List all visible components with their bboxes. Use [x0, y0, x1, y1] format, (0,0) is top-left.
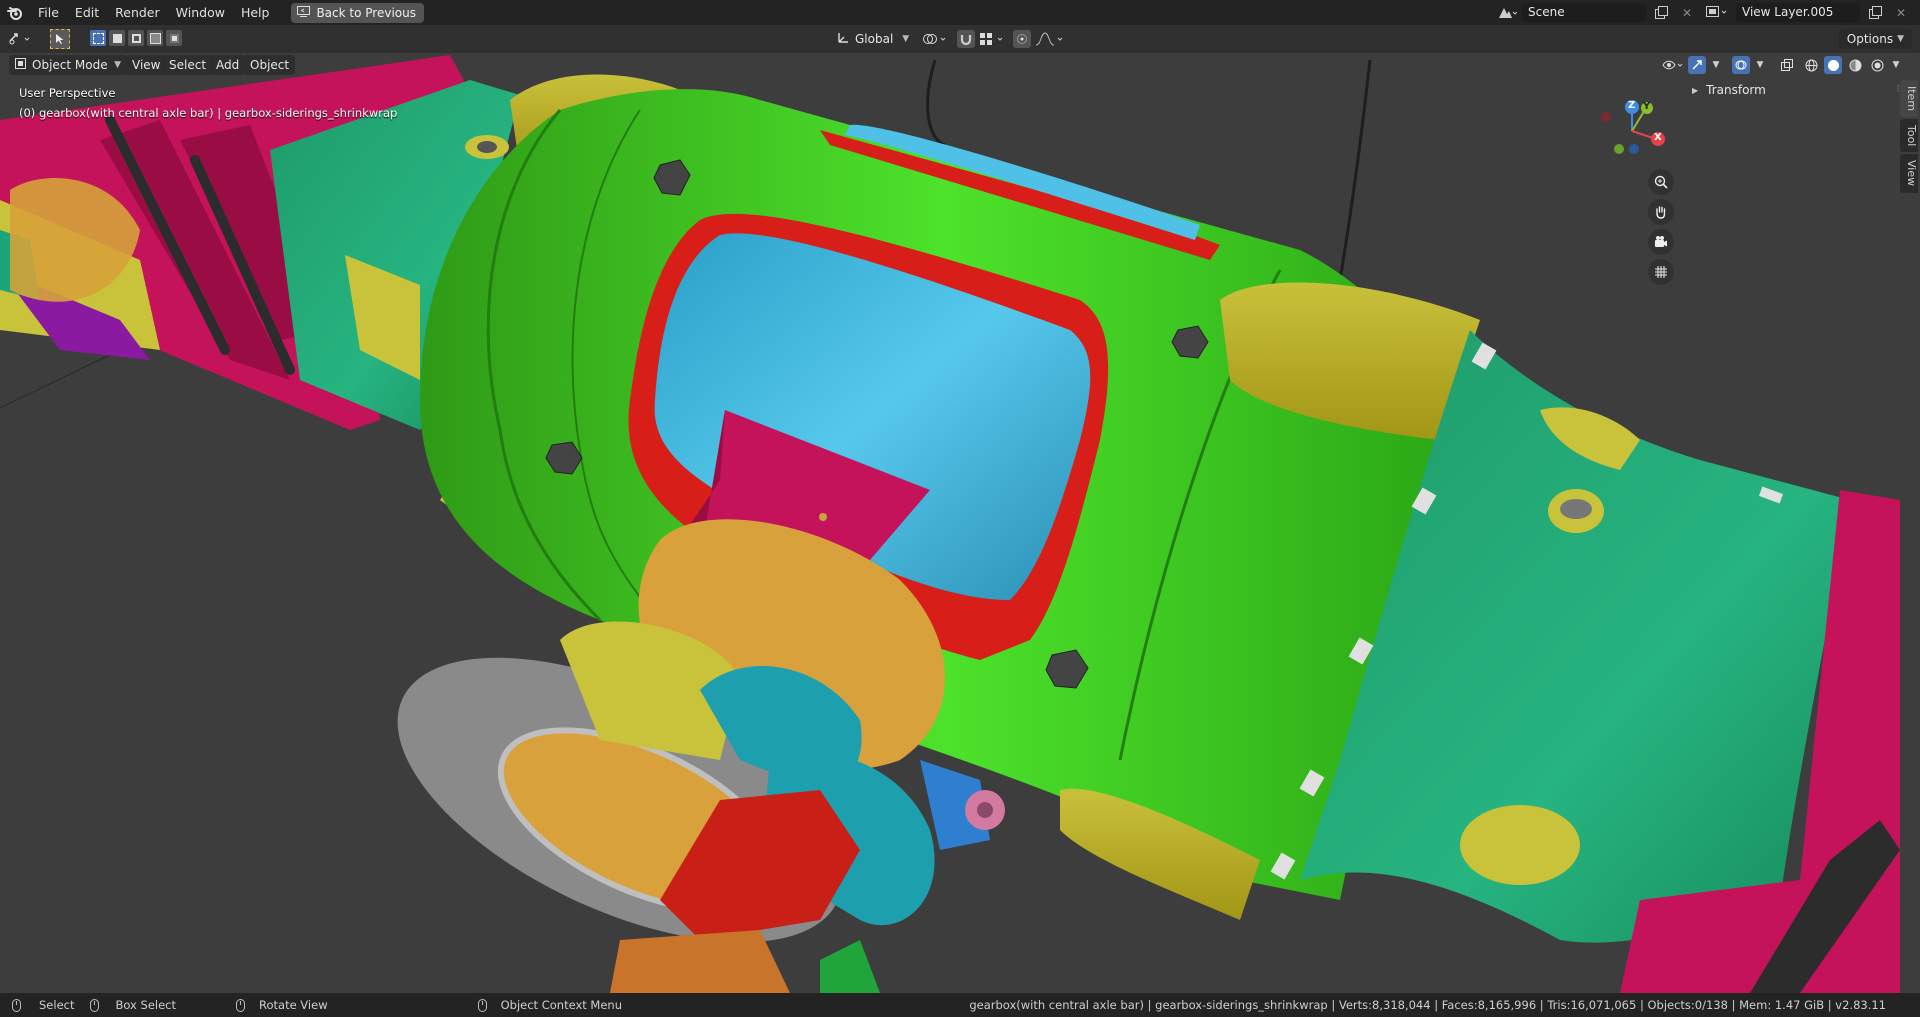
- hand-pan-icon[interactable]: [1648, 199, 1674, 225]
- viewport-header: Object Mode ▼ View Select Add Object ▼ ▼…: [0, 53, 1920, 77]
- scene-statistics: gearbox(with central axle bar) | gearbox…: [969, 998, 1886, 1012]
- extend-select-icon[interactable]: [109, 30, 125, 46]
- camera-icon[interactable]: [1648, 229, 1674, 255]
- tab-tool[interactable]: Tool: [1900, 119, 1918, 153]
- chevron-down-icon: ▼: [114, 60, 121, 70]
- gizmo-z-label: Z: [1628, 100, 1636, 111]
- box-select-icon[interactable]: [90, 30, 106, 46]
- mouse-middle-icon: [236, 998, 245, 1012]
- subtract-select-icon[interactable]: [128, 30, 144, 46]
- status-box-select: Box Select: [90, 998, 176, 1012]
- status-rotate-view: Rotate View: [236, 998, 328, 1012]
- 3d-viewport[interactable]: [0, 53, 1920, 993]
- new-scene-icon[interactable]: [1650, 3, 1672, 22]
- difference-select-icon[interactable]: [147, 30, 163, 46]
- mouse-right-icon: [477, 998, 487, 1012]
- menu-render[interactable]: Render: [107, 0, 168, 25]
- viewport-display-controls: ▼ ▼ ▼: [1662, 55, 1902, 75]
- chevron-down-icon: ▼: [902, 34, 910, 44]
- tab-view[interactable]: View: [1900, 154, 1918, 193]
- close-view-layer-icon[interactable]: ✕: [1890, 3, 1912, 22]
- object-mode-dropdown[interactable]: Object Mode ▼: [9, 55, 127, 75]
- chevron-down-icon: ▼: [1897, 34, 1904, 44]
- zoom-icon[interactable]: [1648, 169, 1674, 195]
- close-scene-icon[interactable]: ✕: [1676, 3, 1698, 22]
- navigation-gizmo[interactable]: Z Y X: [1596, 96, 1666, 166]
- gizmo-icon[interactable]: [1688, 56, 1706, 74]
- menu-edit[interactable]: Edit: [67, 0, 107, 25]
- gizmo-x-label: X: [1654, 132, 1662, 143]
- object-mode-label: Object Mode: [32, 58, 108, 72]
- selection-mode-group: [90, 30, 182, 48]
- view-menu[interactable]: View: [126, 55, 167, 75]
- status-context-menu-label: Object Context Menu: [500, 998, 622, 1012]
- editor-type-icon[interactable]: [8, 29, 36, 49]
- status-bar: Select Box Select Rotate View Object Con…: [0, 993, 1920, 1017]
- disclosure-triangle-icon: ▶: [1692, 85, 1699, 95]
- chevron-down-icon[interactable]: ▼: [1754, 56, 1766, 75]
- sidebar-tabs: Item Tool View: [1900, 80, 1920, 195]
- menu-help[interactable]: Help: [233, 0, 278, 25]
- gizmo-y-label: Y: [1643, 101, 1651, 112]
- snap-target-icon[interactable]: [978, 31, 1008, 50]
- grid-ortho-icon[interactable]: [1648, 259, 1674, 285]
- mouse-left-icon: [12, 998, 21, 1012]
- falloff-curve-icon[interactable]: [1035, 31, 1067, 50]
- mouse-drag-icon: [90, 998, 100, 1012]
- options-dropdown[interactable]: Options ▼: [1838, 29, 1912, 49]
- screen-icon: [297, 3, 311, 23]
- object-menu[interactable]: Object: [244, 55, 296, 75]
- pivot-icon[interactable]: [922, 31, 950, 47]
- status-box-select-label: Box Select: [115, 998, 176, 1012]
- solid-shading-icon[interactable]: [1824, 56, 1842, 74]
- menu-file[interactable]: File: [30, 0, 67, 25]
- transform-panel-header[interactable]: ▶ Transform ⠿: [1686, 78, 1904, 102]
- visibility-icon[interactable]: [1662, 56, 1684, 75]
- options-label: Options: [1846, 32, 1894, 46]
- transform-orientation-dropdown[interactable]: Global ▼: [836, 29, 909, 49]
- menu-window[interactable]: Window: [168, 0, 233, 25]
- add-menu[interactable]: Add: [210, 55, 246, 75]
- scene-render: [0, 55, 1900, 993]
- status-rotate-view-label: Rotate View: [259, 998, 328, 1012]
- proportional-edit-icon[interactable]: [1013, 30, 1031, 48]
- transform-orientation-icon: [836, 31, 850, 48]
- status-context-menu: Object Context Menu: [477, 998, 622, 1012]
- tab-item[interactable]: Item: [1900, 80, 1918, 118]
- status-select: Select: [12, 998, 74, 1012]
- material-shading-icon[interactable]: [1846, 56, 1864, 75]
- chevron-down-icon[interactable]: ▼: [1890, 56, 1902, 75]
- view-layer-name-field[interactable]: View Layer.005: [1736, 3, 1860, 22]
- view-layer-selector-icon[interactable]: [1702, 3, 1732, 22]
- transform-section-label: Transform: [1706, 83, 1766, 97]
- top-menu-bar: File Edit Render Window Help Back to Pre…: [0, 0, 1920, 25]
- status-select-label: Select: [39, 998, 75, 1012]
- workspace-scene-controls: Scene ✕ View Layer.005 ✕: [1496, 0, 1920, 25]
- xray-icon[interactable]: [1776, 56, 1798, 75]
- rendered-shading-icon[interactable]: [1868, 56, 1886, 75]
- snap-magnet-icon[interactable]: [957, 30, 975, 48]
- perspective-label: User Perspective: [19, 86, 116, 100]
- active-object-info: (0) gearbox(with central axle bar) | gea…: [19, 106, 398, 120]
- transform-orientation-label: Global: [855, 32, 894, 46]
- back-to-previous-button[interactable]: Back to Previous: [291, 2, 424, 23]
- wireframe-shading-icon[interactable]: [1802, 56, 1820, 75]
- back-to-previous-label: Back to Previous: [316, 5, 416, 20]
- tool-header: Global ▼ Options ▼: [0, 25, 1920, 53]
- scene-selector-icon[interactable]: [1496, 3, 1518, 22]
- overlay-icon[interactable]: [1732, 56, 1750, 74]
- cursor-select-icon[interactable]: [50, 29, 70, 49]
- blender-logo-icon[interactable]: [0, 0, 30, 25]
- new-view-layer-icon[interactable]: [1864, 3, 1886, 22]
- scene-name-field[interactable]: Scene: [1522, 3, 1646, 22]
- select-menu[interactable]: Select: [163, 55, 213, 75]
- chevron-down-icon[interactable]: ▼: [1710, 56, 1722, 75]
- object-mode-icon: [15, 55, 26, 75]
- intersect-select-icon[interactable]: [166, 30, 182, 46]
